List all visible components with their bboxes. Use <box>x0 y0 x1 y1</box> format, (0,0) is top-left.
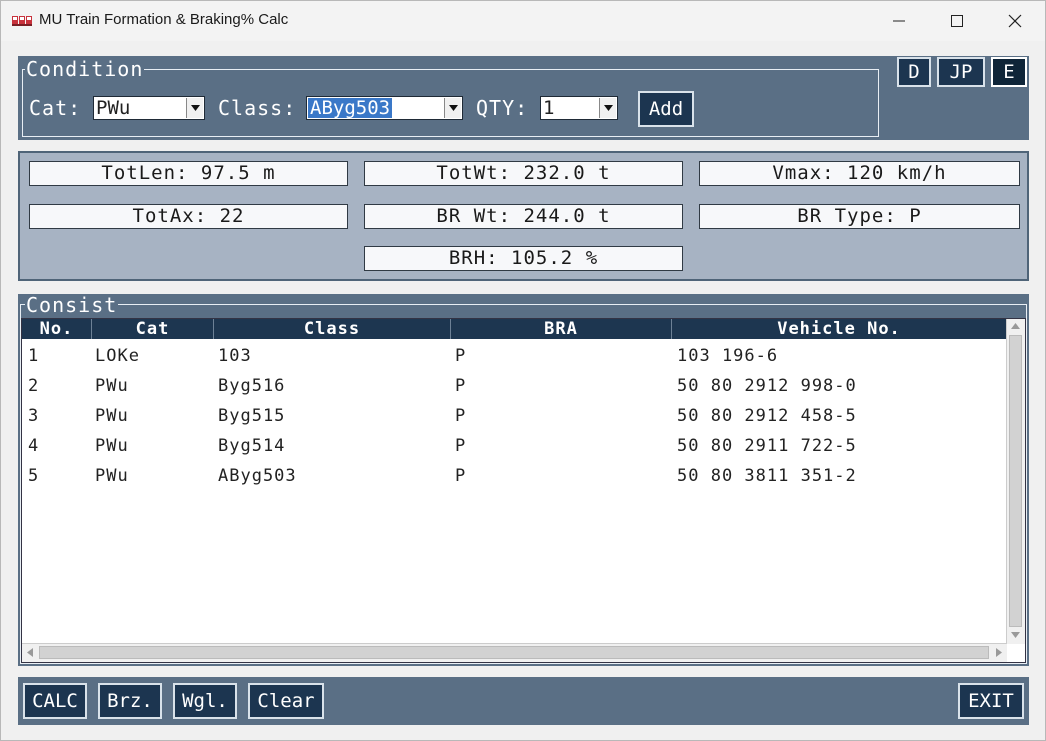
table-row[interactable]: 5 PWu AByg503 P 50 80 3811 351-2 <box>22 460 1007 490</box>
language-panel: D JP E <box>881 56 1029 140</box>
cell-bra: P <box>455 466 467 486</box>
cell-class: Byg515 <box>218 406 286 426</box>
cell-cat: LOKe <box>95 346 140 366</box>
cell-bra: P <box>455 376 467 396</box>
cell-vehicle-no: 103 196-6 <box>677 346 779 366</box>
lang-e-button[interactable]: E <box>991 57 1027 87</box>
cell-vehicle-no: 50 80 3811 351-2 <box>677 466 857 486</box>
class-dropdown-button[interactable] <box>444 98 461 118</box>
minimize-icon <box>893 20 905 22</box>
cell-class: AByg503 <box>218 466 297 486</box>
cell-cat: PWu <box>95 376 129 396</box>
brz-button[interactable]: Brz. <box>98 683 162 719</box>
bottom-toolbar: CALC Brz. Wgl. Clear EXIT <box>18 677 1029 725</box>
braking-percent-value: BRH: 105.2 % <box>364 246 683 271</box>
vertical-scroll-thumb[interactable] <box>1009 335 1022 627</box>
cell-class: Byg516 <box>218 376 286 396</box>
cat-label: Cat: <box>29 96 82 120</box>
total-axles-value: TotAx: 22 <box>29 204 348 229</box>
add-button[interactable]: Add <box>638 91 694 127</box>
vertical-scrollbar[interactable] <box>1006 319 1025 644</box>
class-value: AByg503 <box>308 97 393 119</box>
brake-type-value: BR Type: P <box>699 204 1020 229</box>
cell-cat: PWu <box>95 406 129 426</box>
table-row[interactable]: 1 LOKe 103 P 103 196-6 <box>22 340 1007 370</box>
column-header-bra[interactable]: BRA <box>451 319 672 339</box>
qty-value: 1 <box>543 97 555 119</box>
chevron-down-icon <box>448 105 458 111</box>
maximize-button[interactable] <box>928 1 986 41</box>
cell-bra: P <box>455 436 467 456</box>
cell-cat: PWu <box>95 466 129 486</box>
train-icon <box>12 16 32 26</box>
total-weight-value: TotWt: 232.0 t <box>364 161 683 186</box>
horizontal-scroll-thumb[interactable] <box>39 646 989 659</box>
scroll-down-icon[interactable] <box>1011 632 1020 638</box>
exit-button[interactable]: EXIT <box>958 683 1024 719</box>
cat-value: PWu <box>96 97 131 119</box>
scroll-up-icon[interactable] <box>1011 323 1020 329</box>
cell-no: 2 <box>28 376 40 396</box>
cell-no: 1 <box>28 346 40 366</box>
column-header-cat[interactable]: Cat <box>92 319 214 339</box>
condition-panel: Condition Cat: PWu Class: AByg503 QTY: 1… <box>18 56 881 140</box>
cell-no: 3 <box>28 406 40 426</box>
consist-legend: Consist <box>25 293 119 317</box>
qty-dropdown-button[interactable] <box>599 98 616 118</box>
column-header-no[interactable]: No. <box>22 319 92 339</box>
close-button[interactable] <box>986 1 1044 41</box>
lang-jp-button[interactable]: JP <box>937 57 985 87</box>
minimize-button[interactable] <box>870 1 928 41</box>
table-row[interactable]: 4 PWu Byg514 P 50 80 2911 722-5 <box>22 430 1007 460</box>
column-header-class[interactable]: Class <box>214 319 451 339</box>
chevron-down-icon <box>603 105 613 111</box>
consist-table[interactable]: No. Cat Class BRA Vehicle No. 1 LOKe 103… <box>21 318 1026 663</box>
brake-weight-value: BR Wt: 244.0 t <box>364 204 683 229</box>
lang-d-button[interactable]: D <box>897 57 931 87</box>
cell-vehicle-no: 50 80 2912 998-0 <box>677 376 857 396</box>
maximize-icon <box>951 15 963 27</box>
wgl-button[interactable]: Wgl. <box>173 683 237 719</box>
table-header: No. Cat Class BRA Vehicle No. <box>22 319 1007 339</box>
table-row[interactable]: 2 PWu Byg516 P 50 80 2912 998-0 <box>22 370 1007 400</box>
window-title: MU Train Formation & Braking% Calc <box>39 11 289 28</box>
cell-no: 5 <box>28 466 40 486</box>
scroll-left-icon[interactable] <box>27 648 33 657</box>
column-header-vehicle-no[interactable]: Vehicle No. <box>672 319 1007 339</box>
cell-no: 4 <box>28 436 40 456</box>
calc-button[interactable]: CALC <box>23 683 87 719</box>
cell-class: 103 <box>218 346 252 366</box>
title-bar[interactable]: MU Train Formation & Braking% Calc <box>1 1 1045 41</box>
cell-bra: P <box>455 346 467 366</box>
cell-cat: PWu <box>95 436 129 456</box>
vmax-value: Vmax: 120 km/h <box>699 161 1020 186</box>
table-row[interactable]: 3 PWu Byg515 P 50 80 2912 458-5 <box>22 400 1007 430</box>
total-length-value: TotLen: 97.5 m <box>29 161 348 186</box>
cell-vehicle-no: 50 80 2911 722-5 <box>677 436 857 456</box>
cell-class: Byg514 <box>218 436 286 456</box>
chevron-down-icon <box>190 105 200 111</box>
cell-bra: P <box>455 406 467 426</box>
cat-dropdown-button[interactable] <box>186 98 203 118</box>
class-label: Class: <box>218 96 297 120</box>
scroll-right-icon[interactable] <box>996 648 1002 657</box>
horizontal-scrollbar[interactable] <box>22 643 1007 662</box>
app-window: MU Train Formation & Braking% Calc Condi… <box>0 0 1046 741</box>
cat-select[interactable]: PWu <box>93 96 205 120</box>
cell-vehicle-no: 50 80 2912 458-5 <box>677 406 857 426</box>
condition-legend: Condition <box>25 57 145 81</box>
clear-button[interactable]: Clear <box>248 683 324 719</box>
qty-select[interactable]: 1 <box>540 96 618 120</box>
class-select[interactable]: AByg503 <box>306 96 463 120</box>
qty-label: QTY: <box>476 96 529 120</box>
stats-panel: TotLen: 97.5 m TotWt: 232.0 t Vmax: 120 … <box>18 151 1029 281</box>
close-icon <box>1008 14 1022 28</box>
